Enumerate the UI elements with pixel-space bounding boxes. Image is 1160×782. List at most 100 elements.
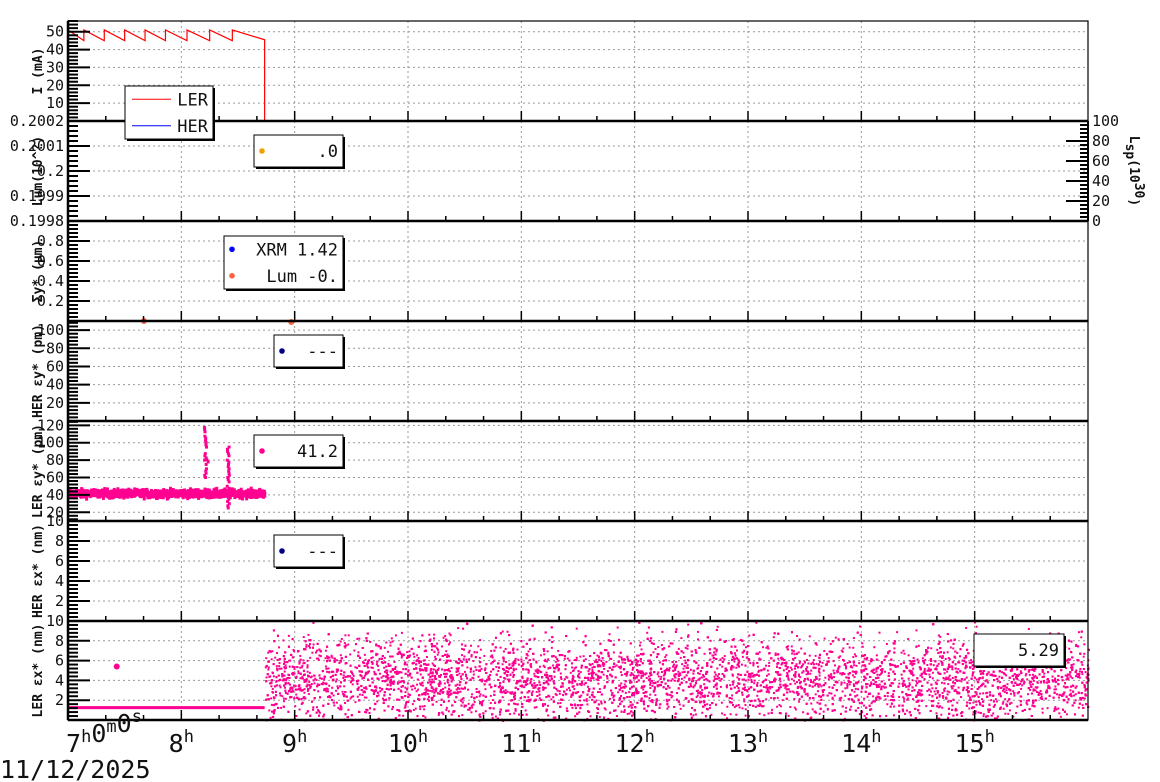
- data-point: [449, 634, 452, 637]
- data-point: [840, 681, 843, 684]
- data-point: [635, 681, 638, 684]
- data-point: [324, 657, 327, 660]
- data-point: [900, 651, 903, 654]
- data-point: [225, 484, 229, 488]
- data-point: [580, 666, 583, 669]
- data-point: [730, 697, 733, 700]
- data-point: [443, 682, 446, 685]
- data-point: [489, 702, 492, 705]
- data-point: [373, 670, 376, 673]
- data-point: [846, 682, 849, 685]
- data-point: [533, 675, 536, 678]
- data-point: [310, 675, 313, 678]
- data-point: [391, 640, 394, 643]
- data-point: [815, 662, 818, 665]
- data-point: [282, 697, 285, 700]
- data-point: [297, 670, 300, 673]
- data-point: [776, 696, 779, 699]
- data-point: [798, 638, 801, 641]
- data-point: [1041, 711, 1044, 714]
- data-point: [827, 678, 830, 681]
- data-point: [357, 651, 360, 654]
- data-point: [438, 692, 441, 695]
- data-point: [617, 691, 620, 694]
- data-point: [699, 696, 702, 699]
- data-point: [400, 631, 403, 634]
- data-point: [648, 697, 651, 700]
- data-point: [763, 714, 766, 717]
- data-point: [697, 672, 700, 675]
- data-point: [863, 714, 866, 717]
- data-point: [681, 671, 684, 674]
- data-point: [612, 696, 615, 699]
- data-point: [833, 676, 836, 679]
- data-point: [520, 664, 523, 667]
- data-point: [656, 673, 659, 676]
- data-point: [741, 693, 744, 696]
- data-point: [818, 678, 821, 681]
- data-point: [952, 684, 955, 687]
- data-point: [844, 694, 847, 697]
- data-point: [875, 654, 878, 657]
- data-point: [472, 673, 475, 676]
- data-point: [527, 696, 530, 699]
- data-point: [813, 663, 816, 666]
- data-point: [475, 690, 478, 693]
- data-point: [855, 655, 858, 658]
- data-point: [271, 650, 274, 653]
- data-point: [1065, 713, 1068, 716]
- data-point: [598, 688, 601, 691]
- data-point: [501, 630, 504, 633]
- data-point: [620, 674, 623, 677]
- data-point: [407, 670, 410, 673]
- data-point: [543, 666, 546, 669]
- data-point: [301, 675, 304, 678]
- data-point: [744, 704, 747, 707]
- data-point: [317, 659, 320, 662]
- data-point: [1039, 689, 1042, 692]
- data-point: [840, 683, 843, 686]
- data-point: [641, 661, 644, 664]
- data-point: [1069, 650, 1072, 653]
- data-point: [756, 694, 759, 697]
- data-point: [513, 712, 516, 715]
- data-point: [550, 698, 553, 701]
- data-point: [668, 698, 671, 701]
- data-point: [271, 690, 274, 693]
- data-point: [787, 714, 790, 717]
- data-point: [300, 666, 303, 669]
- data-point: [757, 698, 760, 701]
- data-point: [932, 664, 935, 667]
- data-point: [279, 686, 282, 689]
- data-point: [985, 673, 988, 676]
- data-point: [729, 713, 732, 716]
- data-point: [422, 659, 425, 662]
- data-point: [406, 651, 409, 654]
- data-point: [1082, 655, 1085, 658]
- data-point: [508, 713, 511, 716]
- data-point: [428, 633, 431, 636]
- data-point: [839, 672, 842, 675]
- data-point: [514, 662, 517, 665]
- data-point: [803, 661, 806, 664]
- data-point: [758, 712, 761, 715]
- data-point: [951, 668, 954, 671]
- data-point: [458, 684, 461, 687]
- data-point: [624, 691, 627, 694]
- data-point: [846, 661, 849, 664]
- data-point: [903, 700, 906, 703]
- data-point: [587, 679, 590, 682]
- data-point: [828, 686, 831, 689]
- data-point: [568, 687, 571, 690]
- data-point: [338, 662, 341, 665]
- data-point: [612, 665, 615, 668]
- data-point: [1074, 693, 1077, 696]
- data-point: [287, 634, 290, 637]
- data-point: [994, 698, 997, 701]
- data-point: [907, 688, 910, 691]
- data-point: [527, 650, 530, 653]
- data-point: [631, 668, 634, 671]
- data-point: [390, 687, 393, 690]
- data-point: [660, 671, 663, 674]
- data-point: [305, 643, 308, 646]
